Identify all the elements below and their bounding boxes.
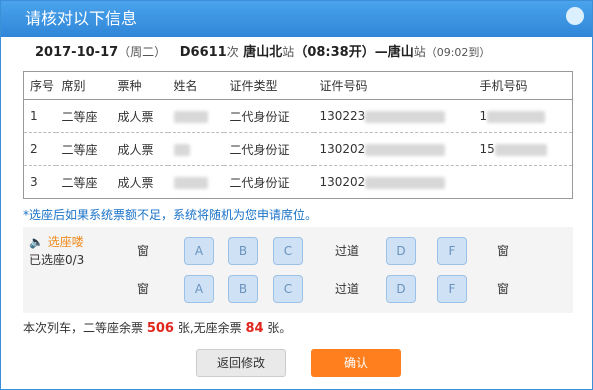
row-seat: 二等座 <box>55 132 112 166</box>
aisle-label: 过道 <box>334 244 359 258</box>
seat-a[interactable]: A <box>184 275 214 303</box>
row-ticket: 成人票 <box>111 99 168 133</box>
close-icon[interactable] <box>566 7 584 25</box>
row-id-type: 二代身份证 <box>223 132 314 166</box>
seat-d[interactable]: D <box>386 275 416 303</box>
header-name: 姓名 <box>167 71 224 100</box>
row-no: 1 <box>23 99 56 133</box>
aisle-label: 过道 <box>334 282 359 296</box>
row-id-no: 130202 <box>313 165 474 199</box>
row-seat: 二等座 <box>55 99 112 133</box>
table-header-row: 序号 席别 票种 姓名 证件类型 证件号码 手机号码 <box>23 71 573 100</box>
row-seat: 二等座 <box>55 165 112 199</box>
from-station: 唐山北 <box>243 45 283 60</box>
seat-f[interactable]: F <box>437 275 467 303</box>
header-id-type: 证件类型 <box>223 71 314 100</box>
name-blur <box>173 176 208 189</box>
row-no: 2 <box>23 132 56 166</box>
seat-row-1: 窗 A B C 过道 D F 窗 <box>23 233 573 269</box>
from-suffix: 站 <box>282 45 295 59</box>
depart-time: （08:38开） <box>294 45 375 60</box>
remaining-tickets: 本次列车，二等座余票 506 张,无座余票 84 张。 <box>23 321 292 336</box>
dialog-titlebar: 请核对以下信息 <box>1 1 592 37</box>
row-id-no: 130202 <box>313 132 474 166</box>
row-ticket: 成人票 <box>111 165 168 199</box>
seat-f[interactable]: F <box>437 237 467 265</box>
window-label: 窗 <box>496 282 509 296</box>
header-phone: 手机号码 <box>473 71 573 100</box>
passenger-table: 序号 席别 票种 姓名 证件类型 证件号码 手机号码 1 二等座 成人票 二代身… <box>23 71 573 199</box>
row-id-type: 二代身份证 <box>223 99 314 133</box>
confirm-dialog: 请核对以下信息 2017-10-17（周二） D6611次 唐山北站（08:38… <box>0 0 593 390</box>
name-blur <box>173 143 190 156</box>
back-modify-button[interactable]: 返回修改 <box>196 349 286 377</box>
header-seat: 席别 <box>55 71 112 100</box>
second-class-remaining: 506 <box>146 321 174 336</box>
to-suffix: 站 <box>413 45 426 59</box>
row-no: 3 <box>23 165 56 199</box>
arrive-time: （09:02到） <box>425 46 491 59</box>
table-row: 3 二等座 成人票 二代身份证 130202 <box>23 165 573 199</box>
header-id-no: 证件号码 <box>313 71 474 100</box>
table-row: 1 二等座 成人票 二代身份证 130223 1 <box>23 99 573 133</box>
trip-weekday: （周二） <box>118 45 167 59</box>
seat-selection-panel: 🔈 选座喽 已选座0/3 窗 A B C 过道 D F 窗 窗 A B C 过道… <box>23 227 573 313</box>
row-phone <box>473 165 573 199</box>
header-ticket: 票种 <box>111 71 168 100</box>
trip-info: 2017-10-17（周二） D6611次 唐山北站（08:38开）—唐山站（0… <box>1 37 592 67</box>
trip-dash: — <box>374 45 388 60</box>
row-ticket: 成人票 <box>111 132 168 166</box>
to-station: 唐山 <box>387 45 414 60</box>
dialog-title: 请核对以下信息 <box>25 9 138 28</box>
name-blur <box>173 110 208 123</box>
no-seat-remaining: 84 <box>245 321 264 336</box>
header-no: 序号 <box>23 71 56 100</box>
seat-b[interactable]: B <box>228 237 258 265</box>
window-label: 窗 <box>136 244 149 258</box>
seat-c[interactable]: C <box>273 275 303 303</box>
seat-note: *选座后如果系统票额不足，系统将随机为您申请席位。 <box>23 208 318 222</box>
row-name <box>167 165 224 199</box>
row-id-type: 二代身份证 <box>223 165 314 199</box>
seat-c[interactable]: C <box>273 237 303 265</box>
table-row: 2 二等座 成人票 二代身份证 130202 15 <box>23 132 573 166</box>
seat-b[interactable]: B <box>228 275 258 303</box>
row-phone: 1 <box>473 99 573 133</box>
row-phone: 15 <box>473 132 573 166</box>
row-name <box>167 99 224 133</box>
seat-row-2: 窗 A B C 过道 D F 窗 <box>23 271 573 307</box>
train-number: D6611 <box>179 45 227 60</box>
row-name <box>167 132 224 166</box>
trip-date: 2017-10-17 <box>35 45 119 60</box>
train-suffix: 次 <box>226 45 239 59</box>
row-id-no: 130223 <box>313 99 474 133</box>
seat-a[interactable]: A <box>184 237 214 265</box>
confirm-button[interactable]: 确认 <box>311 349 401 377</box>
window-label: 窗 <box>136 282 149 296</box>
seat-d[interactable]: D <box>386 237 416 265</box>
window-label: 窗 <box>496 244 509 258</box>
